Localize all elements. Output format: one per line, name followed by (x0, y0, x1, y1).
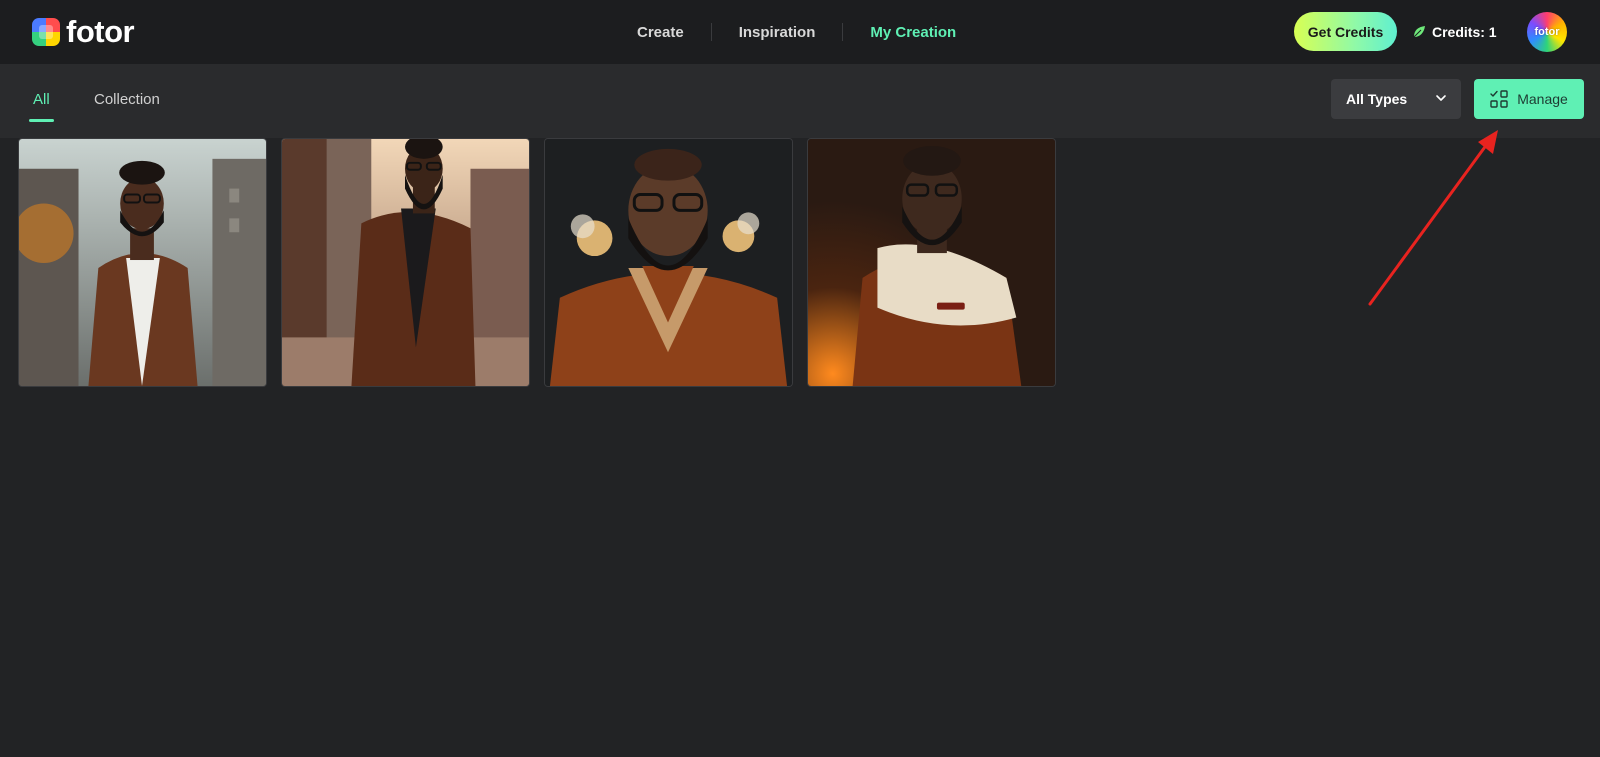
annotation-arrow-icon (1368, 130, 1498, 306)
ai-portrait-image (545, 139, 792, 386)
get-credits-button[interactable]: Get Credits (1294, 12, 1397, 51)
creation-gallery (18, 138, 1070, 387)
logo-text: fotor (66, 14, 135, 49)
gallery-item[interactable] (544, 138, 793, 387)
manage-button[interactable]: Manage (1474, 79, 1584, 119)
avatar-text: fotor (1534, 26, 1560, 38)
type-filter-dropdown[interactable]: All Types (1331, 79, 1461, 119)
active-tab-indicator (29, 119, 54, 122)
fotor-logo[interactable]: fotor (32, 14, 135, 49)
nav-inspiration[interactable]: Inspiration (712, 24, 843, 41)
gallery-item[interactable] (18, 138, 267, 387)
gallery-item[interactable] (807, 138, 1056, 387)
ai-portrait-image (282, 139, 529, 386)
top-navigation: Create Inspiration My Creation (610, 0, 983, 64)
top-header: fotor Create Inspiration My Creation Get… (0, 0, 1600, 64)
fotor-logo-icon (32, 18, 60, 46)
tab-collection[interactable]: Collection (94, 91, 160, 108)
leaf-icon (1413, 26, 1425, 38)
user-avatar[interactable]: fotor (1527, 12, 1567, 52)
tab-all[interactable]: All (33, 91, 50, 108)
filter-bar: All Collection All Types Manage (0, 64, 1600, 138)
credits-indicator: Credits: 1 (1412, 22, 1497, 42)
gallery-item[interactable] (281, 138, 530, 387)
type-filter-value: All Types (1346, 91, 1408, 107)
nav-my-creation[interactable]: My Creation (843, 24, 983, 41)
ai-portrait-image (19, 139, 266, 386)
manage-label: Manage (1517, 91, 1568, 107)
chevron-down-icon (1436, 95, 1446, 101)
select-grid-icon (1490, 90, 1508, 108)
ai-portrait-image (808, 139, 1055, 386)
credits-count: Credits: 1 (1432, 24, 1497, 40)
nav-create[interactable]: Create (610, 24, 711, 41)
